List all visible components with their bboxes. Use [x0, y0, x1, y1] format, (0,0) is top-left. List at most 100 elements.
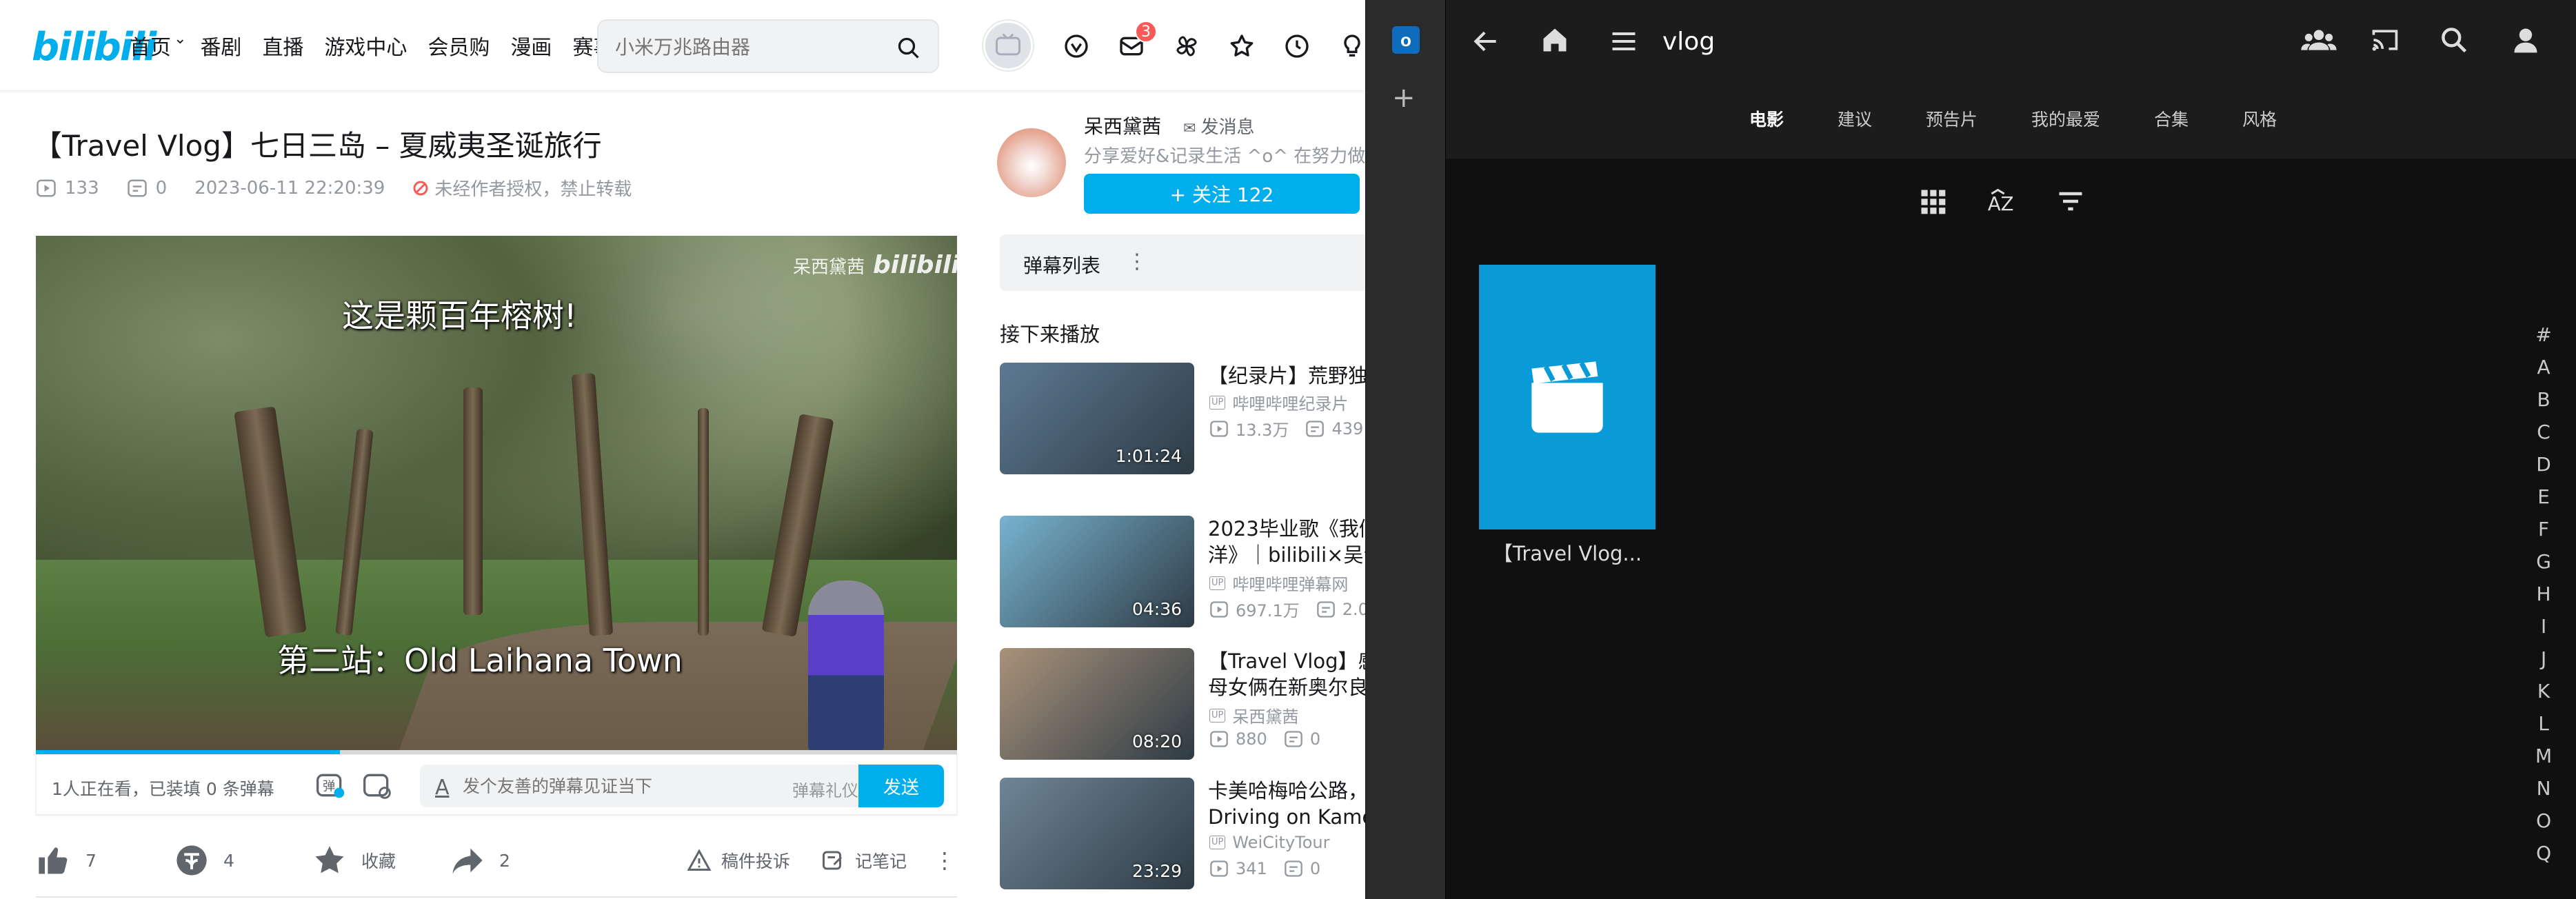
recommended-video[interactable]: 23:29 卡美哈梅哈公路， Driving on Kameha UP WeiCityT…: [1000, 778, 1365, 889]
nav-manga[interactable]: 漫画: [510, 30, 552, 61]
cast-icon[interactable]: [2370, 25, 2400, 55]
tab-movies[interactable]: 电影: [1749, 106, 1784, 131]
share-button[interactable]: 2: [450, 840, 510, 881]
alphabet-letter[interactable]: Q: [2536, 837, 2551, 869]
video-thumbnail[interactable]: 23:29: [1000, 778, 1194, 889]
author-name: 呆西黛茜: [1232, 707, 1299, 727]
filter-icon[interactable]: [2055, 186, 2086, 216]
report-button[interactable]: 稿件投诉: [687, 840, 790, 881]
alphabet-letter[interactable]: A: [2537, 351, 2550, 383]
alphabet-letter[interactable]: H: [2537, 578, 2551, 610]
note-button[interactable]: 记笔记: [821, 840, 907, 881]
like-button[interactable]: 7: [36, 840, 97, 881]
coin-button[interactable]: 4: [174, 840, 234, 881]
home-icon[interactable]: [1540, 25, 1570, 55]
alphabet-letter[interactable]: B: [2537, 383, 2550, 416]
nav-anime[interactable]: 番剧: [200, 30, 241, 61]
search-icon[interactable]: [2439, 25, 2469, 55]
uploader-avatar[interactable]: [997, 128, 1066, 197]
alphabet-letter[interactable]: K: [2537, 675, 2550, 707]
alphabet-letter[interactable]: D: [2536, 448, 2551, 481]
recommended-author[interactable]: UP WeiCityTour: [1209, 833, 1330, 852]
more-vertical-icon[interactable]: ⋮: [934, 840, 956, 881]
recommended-author[interactable]: UP 呆西黛茜: [1209, 703, 1298, 727]
vip-icon[interactable]: [1058, 28, 1095, 65]
note-icon: [823, 851, 843, 870]
video-thumbnail[interactable]: 1:01:24: [1000, 363, 1194, 474]
favorite-button[interactable]: 收藏: [312, 840, 396, 881]
danmaku-toggle-icon[interactable]: 弹: [315, 770, 345, 800]
more-vertical-icon[interactable]: ⋮: [1127, 250, 1147, 274]
video-thumbnail[interactable]: 08:20: [1000, 648, 1194, 760]
favorite-star-icon[interactable]: [1223, 28, 1260, 65]
follow-button[interactable]: + 关注 122: [1084, 174, 1360, 214]
recommended-author[interactable]: UP 哔哩哔哩弹幕网: [1209, 571, 1348, 595]
tab-suggestions[interactable]: 建议: [1838, 106, 1872, 131]
back-arrow-icon[interactable]: [1471, 26, 1501, 57]
search-icon[interactable]: [896, 36, 921, 61]
add-icon[interactable]: +: [1392, 84, 1416, 112]
tab-favorites[interactable]: 我的最爱: [2031, 106, 2100, 131]
creation-bulb-icon[interactable]: [1334, 28, 1365, 65]
up-tag-icon: UP: [1209, 836, 1226, 849]
media-item-poster[interactable]: [1479, 265, 1656, 529]
danmaku-count-icon: [1306, 420, 1325, 437]
menu-icon[interactable]: [1609, 26, 1639, 57]
users-icon[interactable]: [2301, 25, 2337, 55]
alphabet-letter[interactable]: N: [2537, 772, 2551, 805]
alphabet-letter[interactable]: #: [2535, 319, 2551, 351]
video-player[interactable]: 这是颗百年榕树! 第二站：Old Laihana Town 呆西黛茜 bilibi…: [36, 236, 957, 753]
dynamic-icon[interactable]: [1168, 28, 1205, 65]
recommended-video[interactable]: 1:01:24 【纪录片】荒野独居 UP 哔哩哔哩纪录片 13.3万 439: [1000, 363, 1365, 474]
danmaku-input[interactable]: [463, 774, 725, 798]
alphabet-letter[interactable]: J: [2541, 643, 2546, 675]
alphabet-letter[interactable]: I: [2541, 610, 2546, 643]
alphabet-letter[interactable]: E: [2537, 481, 2550, 513]
alphabet-letter[interactable]: L: [2538, 707, 2549, 740]
alphabet-letter[interactable]: O: [2536, 805, 2551, 837]
tab-collections[interactable]: 合集: [2154, 106, 2188, 131]
media-item-title[interactable]: 【Travel Vlog...: [1479, 538, 1656, 567]
title-line: Driving on Kameha: [1208, 805, 1365, 829]
user-icon[interactable]: [2510, 25, 2541, 55]
up-tag-icon: UP: [1209, 708, 1226, 723]
nav-game-center[interactable]: 游戏中心: [324, 30, 407, 61]
warning-icon: [687, 849, 712, 871]
alphabet-letter[interactable]: G: [2536, 545, 2551, 578]
recommended-title[interactable]: 2023毕业歌《我们洋》｜bilibili×吴青峰: [1208, 516, 1365, 568]
nav-live[interactable]: 直播: [262, 30, 303, 61]
tab-genres[interactable]: 风格: [2242, 106, 2277, 131]
sort-az-icon[interactable]: AZ: [1986, 186, 2017, 216]
alphabet-letter[interactable]: M: [2535, 740, 2552, 772]
video-duration: 23:29: [1131, 861, 1182, 881]
title-line: 洋》｜bilibili×吴青峰: [1208, 543, 1365, 567]
danmaku-list-toggle[interactable]: 弹幕列表 ⋮: [1000, 234, 1365, 291]
message-icon[interactable]: 3: [1113, 21, 1157, 65]
nav-home[interactable]: 首页: [130, 30, 171, 61]
danmaku-settings-icon[interactable]: [362, 770, 392, 800]
recommended-title[interactable]: 【Travel Vlog】感恩母女俩在新奥尔良: [1208, 648, 1365, 700]
recommended-video[interactable]: 04:36 2023毕业歌《我们洋》｜bilibili×吴青峰 UP 哔哩哔哩弹幕网 6…: [1000, 516, 1365, 627]
danmaku-send-button[interactable]: 发送: [858, 765, 944, 807]
video-thumbnail[interactable]: 04:36: [1000, 516, 1194, 627]
danmaku-style-icon[interactable]: A: [435, 776, 450, 800]
recommended-video[interactable]: 08:20 【Travel Vlog】感恩母女俩在新奥尔良 UP 呆西黛茜880 0: [1000, 648, 1365, 760]
outlook-icon[interactable]: o: [1392, 26, 1420, 54]
grid-view-icon[interactable]: [1918, 186, 1948, 216]
history-clock-icon[interactable]: [1278, 28, 1316, 65]
search-input[interactable]: [615, 33, 877, 61]
alphabet-letter[interactable]: F: [2538, 513, 2549, 545]
danmaku-count: 0: [155, 177, 168, 199]
star-icon: [315, 846, 344, 873]
alphabet-letter[interactable]: C: [2537, 416, 2550, 448]
nav-shop[interactable]: 会员购: [427, 30, 490, 61]
tab-trailers[interactable]: 预告片: [1926, 106, 1978, 131]
chevron-down-icon[interactable]: ⌄: [174, 30, 186, 61]
uploader-name[interactable]: 呆西黛茜: [1084, 112, 1161, 139]
recommended-title[interactable]: 卡美哈梅哈公路， Driving on Kameha: [1208, 778, 1365, 830]
send-message-link[interactable]: ✉ 发消息: [1183, 113, 1254, 139]
recommended-title[interactable]: 【纪录片】荒野独居: [1208, 363, 1365, 389]
recommended-author[interactable]: UP 哔哩哔哩纪录片: [1209, 390, 1348, 414]
danmaku-count-icon: [127, 179, 147, 196]
user-avatar[interactable]: [983, 21, 1033, 70]
